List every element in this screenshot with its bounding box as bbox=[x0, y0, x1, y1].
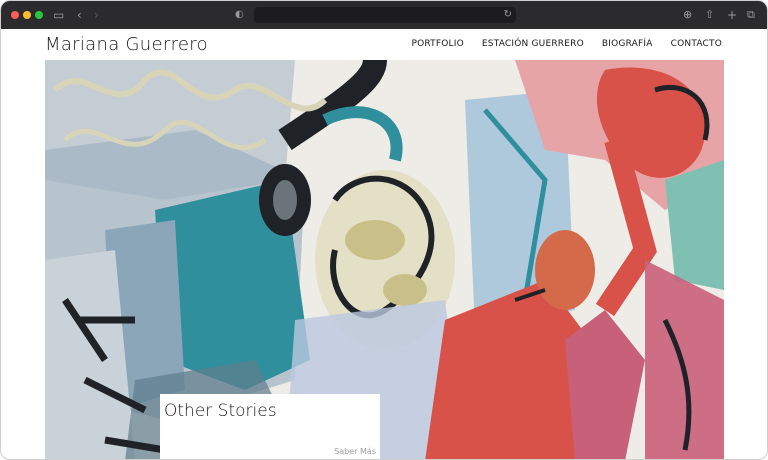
shield-icon[interactable]: ◐ bbox=[235, 7, 244, 23]
close-window-button[interactable] bbox=[11, 11, 19, 19]
nav-estacion-guerrero[interactable]: ESTACIÓN GUERRERO bbox=[482, 39, 584, 49]
nav-contacto[interactable]: CONTACTO bbox=[671, 39, 722, 49]
browser-window: ▭ ‹ › ◐ ↻ ⊕ ⇧ + ⧉ Mariana Guerrero PORTF… bbox=[0, 0, 768, 460]
nav-portfolio[interactable]: PORTFOLIO bbox=[411, 39, 463, 49]
share-icon[interactable]: ⇧ bbox=[705, 7, 714, 23]
feature-card[interactable]: Other Stories Saber Más bbox=[160, 394, 380, 459]
feature-title[interactable]: Other Stories bbox=[164, 401, 277, 421]
tabs-overview-icon[interactable]: ⧉ bbox=[747, 7, 755, 23]
main-nav: PORTFOLIO ESTACIÓN GUERRERO BIOGRAFÍA CO… bbox=[411, 39, 722, 49]
hero-artwork[interactable] bbox=[45, 60, 724, 459]
browser-toolbar: ▭ ‹ › ◐ ↻ ⊕ ⇧ + ⧉ bbox=[1, 1, 767, 29]
sidebar-icon[interactable]: ▭ bbox=[53, 7, 64, 23]
site-header: Mariana Guerrero PORTFOLIO ESTACIÓN GUER… bbox=[1, 29, 767, 60]
address-bar[interactable]: ↻ bbox=[254, 7, 516, 23]
download-icon[interactable]: ⊕ bbox=[683, 7, 692, 23]
minimize-window-button[interactable] bbox=[23, 11, 31, 19]
new-tab-icon[interactable]: + bbox=[727, 7, 737, 23]
nav-biografia[interactable]: BIOGRAFÍA bbox=[602, 39, 653, 49]
read-more-link[interactable]: Saber Más bbox=[334, 447, 376, 456]
zoom-window-button[interactable] bbox=[35, 11, 43, 19]
site-title[interactable]: Mariana Guerrero bbox=[45, 34, 208, 55]
reload-icon[interactable]: ↻ bbox=[504, 7, 512, 23]
forward-icon[interactable]: › bbox=[94, 7, 99, 23]
back-icon[interactable]: ‹ bbox=[77, 7, 82, 23]
artwork-painting bbox=[45, 60, 724, 459]
